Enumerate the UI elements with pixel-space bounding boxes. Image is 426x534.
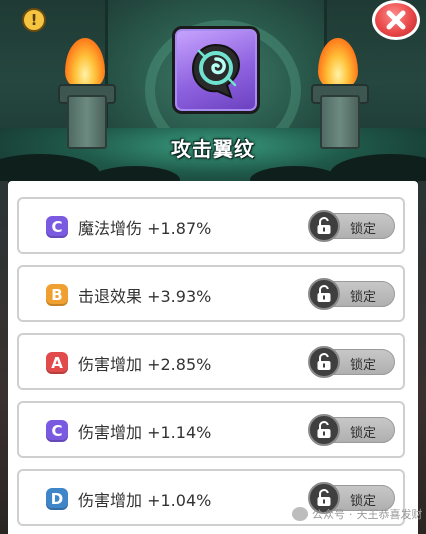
lock-circle — [308, 278, 340, 310]
unlocked-padlock-icon — [317, 489, 331, 506]
lock-button[interactable]: 锁定 — [308, 414, 395, 446]
wechat-icon — [292, 507, 308, 521]
lock-circle — [308, 346, 340, 378]
attribute-text: 伤害增加 +2.85% — [78, 355, 212, 374]
lock-label: 锁定 — [350, 358, 377, 373]
grade-badge: D — [46, 488, 68, 510]
lock-circle — [308, 210, 340, 242]
unlocked-padlock-icon — [317, 421, 331, 438]
watermark-separator: · — [349, 507, 353, 521]
lock-label: 锁定 — [350, 290, 377, 305]
unlocked-padlock-icon — [317, 353, 331, 370]
side-background-right — [418, 181, 426, 534]
grade-badge: C — [46, 216, 68, 238]
close-button[interactable] — [372, 0, 420, 40]
swirl-wind-icon — [191, 43, 241, 99]
lock-label: 锁定 — [350, 222, 377, 237]
watermark-name: 天王恭喜发财 — [356, 508, 423, 521]
unlocked-padlock-icon — [317, 285, 331, 302]
grade-badge: B — [46, 284, 68, 306]
item-title: 攻击翼纹 — [171, 137, 255, 161]
attribute-row: B 击退效果 +3.93% 锁定 — [17, 265, 405, 322]
temple-scene: 攻击翼纹 — [0, 0, 426, 185]
watermark-source: 公众号 — [312, 508, 345, 521]
right-torch-flame-icon — [318, 38, 358, 90]
wing-pattern-emblem — [172, 26, 260, 114]
info-button[interactable]: ! — [22, 8, 46, 32]
unlocked-padlock-icon — [317, 217, 331, 234]
close-x-icon — [386, 10, 406, 30]
left-torch-flame-icon — [65, 38, 105, 90]
attribute-row: C 魔法增伤 +1.87% 锁定 — [17, 197, 405, 254]
attribute-row: A 伤害增加 +2.85% 锁定 — [17, 333, 405, 390]
lock-button[interactable]: 锁定 — [308, 346, 395, 378]
grade-badge: C — [46, 420, 68, 442]
attribute-text: 魔法增伤 +1.87% — [78, 219, 212, 238]
exclamation-icon: ! — [30, 10, 38, 29]
attribute-row: C 伤害增加 +1.14% 锁定 — [17, 401, 405, 458]
attribute-text: 击退效果 +3.93% — [78, 287, 212, 306]
lock-button[interactable]: 锁定 — [308, 210, 395, 242]
attribute-text: 伤害增加 +1.14% — [78, 423, 212, 442]
lock-circle — [308, 414, 340, 446]
lock-label: 锁定 — [350, 426, 377, 441]
watermark: 公众号 · 天王恭喜发财 — [292, 506, 423, 522]
lock-button[interactable]: 锁定 — [308, 278, 395, 310]
attribute-text: 伤害增加 +1.04% — [78, 491, 212, 510]
grade-badge: A — [46, 352, 68, 374]
side-background-left — [0, 181, 8, 534]
